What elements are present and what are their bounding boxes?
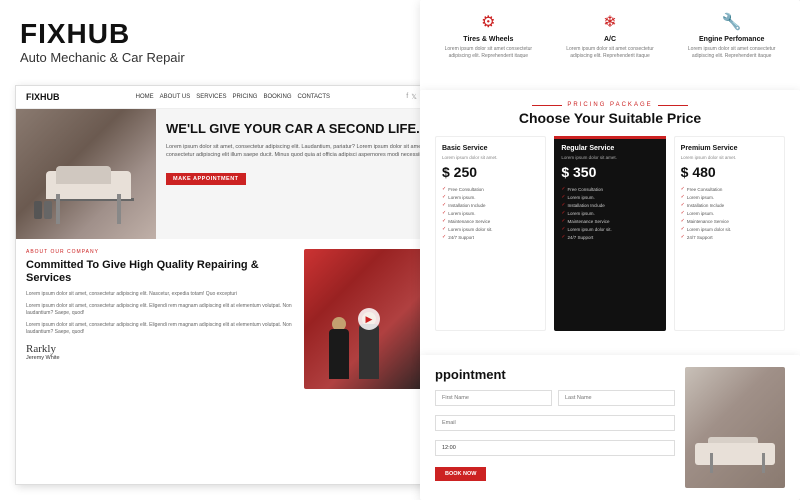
plan-premium-desc: Lorem ipsum dolor sit amet. [681, 155, 778, 160]
about-para-1: Lorem ipsum dolor sit amet, consectetur … [26, 291, 294, 299]
plan-basic-desc: Lorem ipsum dolor sit amet. [442, 155, 539, 160]
hero-cta-button[interactable]: MAKE APPOINTMENT [166, 173, 246, 185]
plan-basic-f5: ✓ Maintenance Service [442, 218, 539, 224]
plan-premium-f6: ✓ Lorem ipsum dolor sit. [681, 226, 778, 232]
engine-icon: 🔧 [678, 12, 785, 32]
plan-regular-f5: ✓ Maintenance Service [561, 218, 658, 224]
plan-basic: Basic Service Lorem ipsum dolor sit amet… [435, 136, 546, 331]
plan-basic-f3: ✓ Installation Include [442, 202, 539, 208]
tires-icon: ⚙ [435, 12, 542, 32]
ac-name: A/C [557, 36, 664, 43]
about-para-2: Lorem ipsum dolor sit amet, consectetur … [26, 303, 294, 318]
engine-desc: Lorem ipsum dolor sit amet consectetur a… [678, 46, 785, 60]
pricing-label: PRICING PACKAGE [435, 102, 785, 108]
appt-car-graphic [690, 433, 780, 473]
nav-booking[interactable]: BOOKING [263, 94, 291, 100]
plan-premium-f4: ✓ Lorem ipsum. [681, 210, 778, 216]
plan-regular-f2: ✓ Lorem ipsum. [561, 194, 658, 200]
plan-premium-price: $ 480 [681, 164, 778, 180]
appointment-image [685, 367, 785, 488]
plan-premium-f2: ✓ Lorem ipsum. [681, 194, 778, 200]
play-button[interactable]: ▶ [358, 308, 380, 330]
plan-premium-f3: ✓ Installation Include [681, 202, 778, 208]
tires-desc: Lorem ipsum dolor sit amet consectetur a… [435, 46, 542, 60]
nav-home[interactable]: HOME [136, 94, 154, 100]
nav-services[interactable]: SERVICES [196, 94, 226, 100]
nav-pricing[interactable]: PRICING [232, 94, 257, 100]
nav-contacts[interactable]: CONTACTS [298, 94, 331, 100]
pricing-title: Choose Your Suitable Price [435, 110, 785, 126]
appointment-title: ppointment [435, 367, 675, 382]
about-heading: Committed To Give High Quality Repairing… [26, 259, 294, 285]
plan-regular-f6: ✓ Lorem ipsum dolor sit. [561, 226, 658, 232]
brand-subtitle: Auto Mechanic & Car Repair [20, 50, 440, 65]
plan-basic-f1: ✓ Free Consultation [442, 186, 539, 192]
book-now-button[interactable]: BOOK NOW [435, 467, 486, 481]
hero-image [16, 109, 156, 239]
plan-premium-name: Premium Service [681, 145, 778, 152]
plan-basic-f6: ✓ Lorem ipsum dolor sit. [442, 226, 539, 232]
last-name-input[interactable] [558, 390, 675, 406]
car-lift-graphic [26, 164, 146, 224]
plan-regular-f1: ✓ Free Consultation [561, 186, 658, 192]
nav-about[interactable]: ABOUT US [160, 94, 191, 100]
appointment-form: ppointment BOOK NOW [435, 367, 675, 488]
plan-basic-f7: ✓ 24/7 Support [442, 234, 539, 240]
plan-regular: Regular Service Lorem ipsum dolor sit am… [554, 136, 665, 331]
appointment-card: ppointment BOOK NOW [420, 355, 800, 500]
plan-premium-f5: ✓ Maintenance Service [681, 218, 778, 224]
plan-regular-desc: Lorem ipsum dolor sit amet. [561, 155, 658, 160]
plan-basic-f4: ✓ Lorem ipsum. [442, 210, 539, 216]
form-name-row [435, 390, 675, 406]
ac-desc: Lorem ipsum dolor sit amet consectetur a… [557, 46, 664, 60]
plan-regular-price: $ 350 [561, 164, 658, 180]
about-sig-name: Jeremy White [26, 355, 294, 361]
plan-premium: Premium Service Lorem ipsum dolor sit am… [674, 136, 785, 331]
plan-regular-f3: ✓ Installation Include [561, 202, 658, 208]
plan-premium-f7: ✓ 24/7 Support [681, 234, 778, 240]
service-engine: 🔧 Engine Perfomance Lorem ipsum dolor si… [678, 12, 785, 83]
plan-regular-name: Regular Service [561, 145, 658, 152]
time-input[interactable] [435, 440, 675, 456]
plan-premium-f1: ✓ Free Consultation [681, 186, 778, 192]
about-text: ABOUT OUR COMPANY Committed To Give High… [26, 249, 294, 389]
plan-basic-f2: ✓ Lorem ipsum. [442, 194, 539, 200]
service-ac: ❄ A/C Lorem ipsum dolor sit amet consect… [557, 12, 664, 83]
mock-nav-logo: FIXHUB [26, 92, 60, 102]
plan-basic-price: $ 250 [442, 164, 539, 180]
plan-regular-f4: ✓ Lorem ipsum. [561, 210, 658, 216]
plan-basic-name: Basic Service [442, 145, 539, 152]
ac-icon: ❄ [557, 12, 664, 32]
email-input[interactable] [435, 415, 675, 431]
service-tires: ⚙ Tires & Wheels Lorem ipsum dolor sit a… [435, 12, 542, 83]
about-para-3: Lorem ipsum dolor sit amet, consectetur … [26, 322, 294, 337]
services-card: ⚙ Tires & Wheels Lorem ipsum dolor sit a… [420, 0, 800, 95]
mock-nav-links: HOME ABOUT US SERVICES PRICING BOOKING C… [136, 94, 330, 100]
right-panel: ⚙ Tires & Wheels Lorem ipsum dolor sit a… [380, 0, 800, 500]
plan-regular-f7: ✓ 24/7 Support [561, 234, 658, 240]
engine-name: Engine Perfomance [678, 36, 785, 43]
pricing-card: PRICING PACKAGE Choose Your Suitable Pri… [420, 90, 800, 360]
about-label: ABOUT OUR COMPANY [26, 249, 294, 255]
tires-name: Tires & Wheels [435, 36, 542, 43]
pricing-plans: Basic Service Lorem ipsum dolor sit amet… [435, 136, 785, 331]
plan-regular-tag [554, 136, 665, 139]
first-name-input[interactable] [435, 390, 552, 406]
brand-title: FIXHUB [20, 18, 440, 50]
about-signature: Rarkly [26, 343, 294, 355]
